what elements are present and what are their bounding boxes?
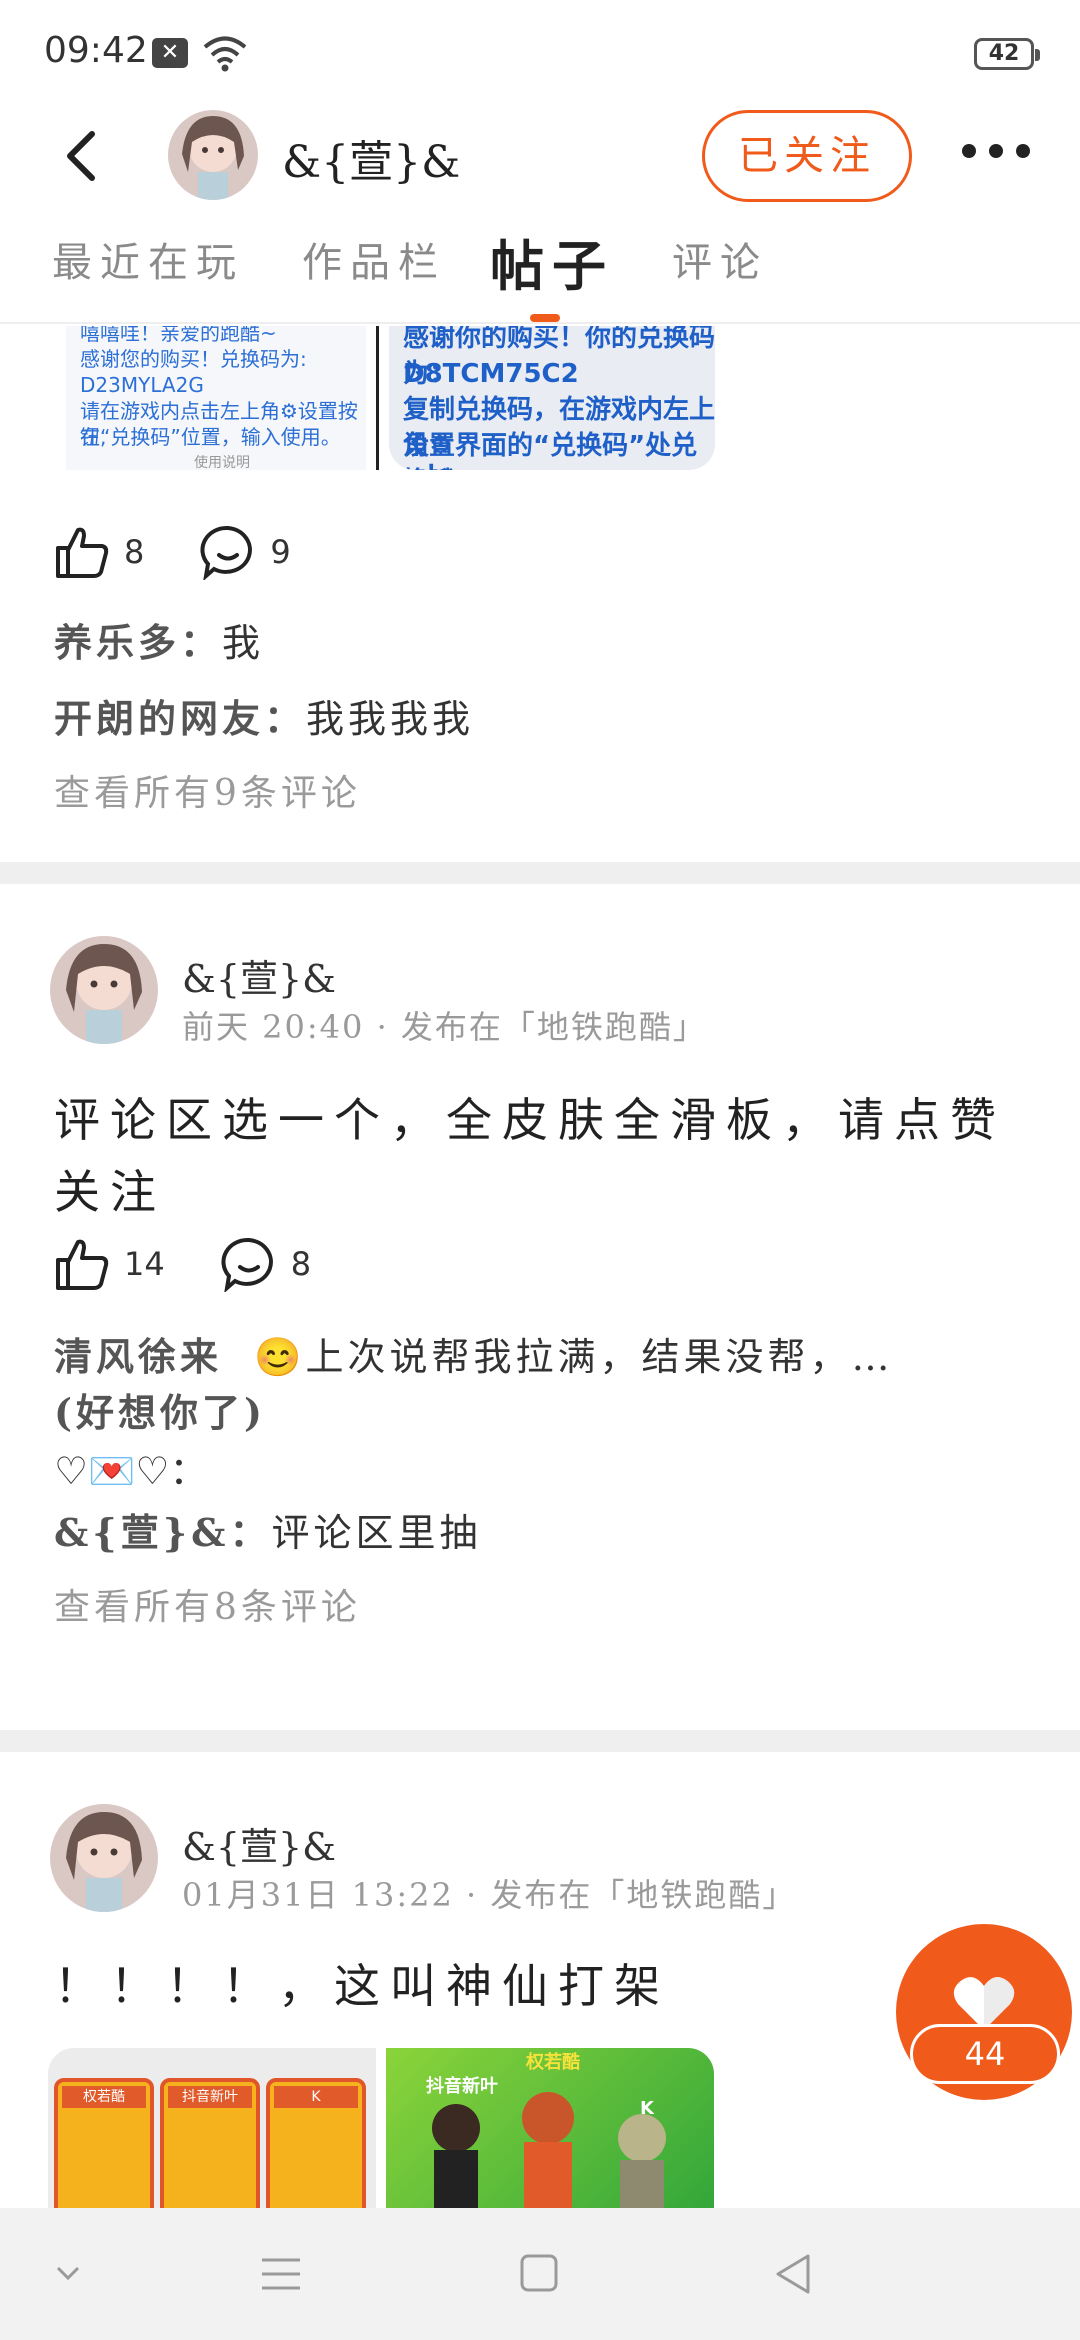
- back-icon[interactable]: [58, 128, 112, 184]
- post-author-name[interactable]: &{萱}&: [182, 1816, 336, 1871]
- chevron-down-icon[interactable]: [46, 2248, 106, 2300]
- post-body-text[interactable]: ！！！！，这叫神仙打架: [54, 1950, 1014, 2022]
- comment-text: 我我我我: [306, 697, 475, 741]
- post-image-row: 权若酷 抖音新叶 K 权若酷 抖音新叶 K: [48, 2048, 714, 2208]
- comment-author: 清风徐来: [54, 1334, 223, 1379]
- comment-text: 评论区里抽: [271, 1511, 482, 1555]
- comment-bubble-icon: [221, 1237, 273, 1292]
- post-image[interactable]: 感谢你的购买！你的兑换码为： D8TCM75C2 复制兑换码，在游戏内左上角⚙ …: [389, 326, 715, 470]
- card-label: 权若酷: [62, 2086, 146, 2108]
- image-text: 使用说明: [194, 455, 250, 470]
- image-text: 感谢您的购买！兑换码为:: [80, 347, 307, 371]
- comment-text: (好想你了): [54, 1390, 266, 1435]
- active-tab-indicator: [530, 314, 560, 322]
- tab-works[interactable]: 作品栏: [302, 230, 446, 288]
- comment-button[interactable]: 8: [221, 1236, 311, 1292]
- posts-feed[interactable]: 嘻嘻哇！亲爱的跑酷~ 感谢您的购买！兑换码为: D23MYLA2G 请在游戏内点…: [0, 326, 1080, 2208]
- like-count: 8: [124, 533, 145, 571]
- wifi-icon: [203, 36, 247, 72]
- image-text: 权若酷: [526, 2052, 580, 2073]
- tab-comments[interactable]: 评论: [672, 230, 768, 288]
- character-card: 抖音新叶: [160, 2078, 260, 2208]
- more-options-icon[interactable]: [962, 144, 1030, 160]
- post-author-name[interactable]: &{萱}&: [182, 948, 336, 1003]
- tab-posts[interactable]: 帖子: [490, 222, 614, 301]
- post-body-text[interactable]: 评论区选一个，全皮肤全滑板，请点赞关注: [54, 1084, 1014, 1228]
- status-bar: 09:42 ✕ 42: [0, 0, 1080, 100]
- comment-count: 9: [270, 533, 291, 571]
- comment-continuation: ♡💌♡：: [54, 1440, 211, 1495]
- like-button[interactable]: 14: [54, 1236, 165, 1292]
- thumbs-up-icon: [56, 527, 109, 578]
- comment-count: 8: [290, 1245, 312, 1283]
- profile-tabs: 最近在玩 作品栏 帖子 评论: [0, 218, 1080, 324]
- character-card: K: [266, 2078, 366, 2208]
- image-separator: [376, 326, 379, 470]
- card-label: K: [274, 2086, 358, 2108]
- notification-icon: ✕: [152, 38, 188, 68]
- comment-text: 上次说帮我拉满，结果没帮，…: [305, 1335, 894, 1379]
- post-actions: 8 9: [54, 522, 347, 582]
- comment-preview[interactable]: &{萱}&：评论区里抽: [54, 1502, 482, 1557]
- post-meta: 01月31日 13:22 · 发布在「地铁跑酷」: [182, 1876, 797, 1914]
- comment-preview[interactable]: 清风徐来 😊上次说帮我拉满，结果没帮，…: [54, 1326, 893, 1381]
- heart-envelope-emoji: ♡💌♡: [54, 1449, 170, 1493]
- back-triangle-icon[interactable]: [764, 2248, 824, 2300]
- home-icon[interactable]: [510, 2248, 570, 2300]
- system-nav-bar: [0, 2208, 1080, 2340]
- post-image[interactable]: 权若酷 抖音新叶 K: [48, 2048, 376, 2208]
- comment-preview[interactable]: 开朗的网友：我我我我: [54, 688, 474, 743]
- card-label: 抖音新叶: [168, 2086, 252, 2108]
- image-text: D23MYLA2G: [80, 373, 204, 397]
- image-text: 嘻嘻哇！亲爱的跑酷~: [80, 326, 277, 345]
- comment-bubble-icon: [200, 525, 253, 580]
- comment-continuation: (好想你了): [54, 1382, 266, 1437]
- comment-preview[interactable]: 养乐多：我: [54, 612, 264, 667]
- view-all-comments-link[interactable]: 查看所有8条评论: [54, 1578, 361, 1630]
- post-image[interactable]: 权若酷 抖音新叶 K: [386, 2048, 714, 2208]
- avatar[interactable]: [50, 936, 158, 1044]
- smile-emoji: 😊: [254, 1335, 306, 1379]
- menu-icon[interactable]: [252, 2248, 312, 2300]
- comment-author: 养乐多：: [54, 620, 223, 665]
- like-count-badge: 44: [910, 2024, 1060, 2084]
- post-actions: 14 8: [54, 1234, 367, 1294]
- post-image-row: 嘻嘻哇！亲爱的跑酷~ 感谢您的购买！兑换码为: D23MYLA2G 请在游戏内点…: [66, 326, 715, 470]
- view-all-comments-link[interactable]: 查看所有9条评论: [54, 764, 361, 816]
- image-text: ~！: [403, 458, 451, 470]
- avatar[interactable]: [50, 1804, 158, 1912]
- image-text: 在“兑换码”位置，输入使用。: [80, 425, 341, 449]
- character-card: 权若酷: [54, 2078, 154, 2208]
- comment-button[interactable]: 9: [200, 524, 291, 580]
- profile-header: &{萱}& 已关注: [0, 100, 1080, 210]
- thumbs-up-icon: [56, 1239, 109, 1290]
- avatar[interactable]: [168, 110, 258, 200]
- post-divider: [0, 1730, 1080, 1752]
- following-button[interactable]: 已关注: [702, 110, 912, 202]
- post-meta: 前天 20:40 · 发布在「地铁跑酷」: [182, 1008, 707, 1046]
- post-image[interactable]: 嘻嘻哇！亲爱的跑酷~ 感谢您的购买！兑换码为: D23MYLA2G 请在游戏内点…: [66, 326, 366, 470]
- comment-author: 开朗的网友：: [54, 696, 307, 741]
- comment-author: &{萱}&：: [54, 1510, 272, 1555]
- characters-illustration: [432, 2092, 666, 2208]
- comment-text: 我: [222, 621, 265, 665]
- tab-recently-played[interactable]: 最近在玩: [52, 230, 244, 288]
- image-text: D8TCM75C2: [403, 359, 579, 389]
- post-divider: [0, 862, 1080, 884]
- status-time: 09:42: [44, 30, 148, 71]
- like-count: 14: [124, 1245, 165, 1283]
- comment-text: ：: [169, 1449, 212, 1493]
- battery-icon: 42: [974, 38, 1040, 70]
- profile-username: &{萱}&: [282, 137, 461, 188]
- like-button[interactable]: 8: [54, 524, 144, 580]
